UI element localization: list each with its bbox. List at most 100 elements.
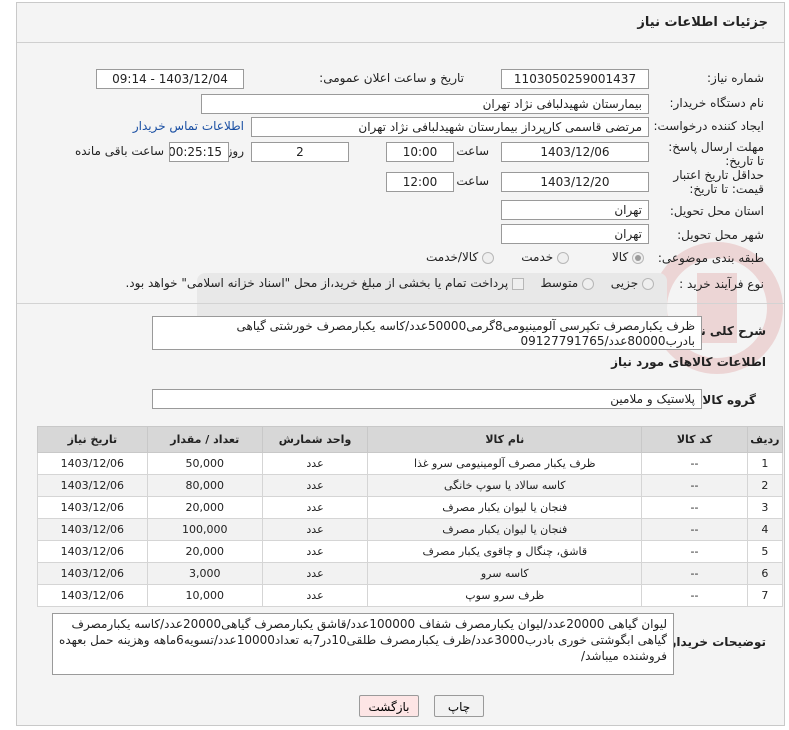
col-code: کد کالا [641, 426, 748, 453]
delivery-province-label: استان محل تحویل: [669, 204, 764, 218]
cell: -- [641, 452, 748, 475]
cell: 1 [746, 452, 784, 475]
process-partial-option[interactable]: جزیی [611, 276, 654, 290]
cell: 2 [746, 474, 784, 497]
table-header-row: ردیف کد کالا نام کالا واحد شمارش تعداد /… [37, 426, 784, 453]
radio-icon[interactable] [557, 251, 569, 264]
cell: -- [641, 496, 748, 519]
cell: 1403/12/06 [37, 562, 148, 585]
need-details-panel: جزئیات اطلاعات نیاز شماره نیاز: 11030502… [16, 2, 785, 726]
items-table: ردیف کد کالا نام کالا واحد شمارش تعداد /… [37, 426, 784, 607]
goods-group-field: پلاستیک و ملامین [152, 389, 702, 409]
table-row: 4 -- فنجان یا لیوان یکبار مصرف عدد 100,000 14… [37, 518, 784, 541]
cell: 10,000 [146, 584, 263, 607]
table-row: 2 -- کاسه سالاد یا سوپ خانگی عدد 80,000 1403/… [37, 474, 784, 497]
table-row: 1 -- ظرف یکبار مصرف آلومینیومی سرو غذا عدد 5… [37, 452, 784, 475]
radio-icon[interactable] [482, 251, 494, 264]
panel-title: جزئیات اطلاعات نیاز [17, 3, 784, 43]
cell: 100,000 [146, 518, 263, 541]
cell: -- [641, 474, 748, 497]
announce-datetime-label: تاریخ و ساعت اعلان عمومی: [319, 71, 464, 85]
requester-field: مرتضی قاسمی کارپرداز بیمارستان شهیدلبافی… [251, 117, 649, 137]
category-label: طبقه بندی موضوعی: [657, 251, 764, 265]
cell: 1403/12/06 [37, 474, 148, 497]
cell: 3 [746, 496, 784, 519]
radio-selected-icon[interactable] [632, 251, 644, 264]
cell: 5 [746, 540, 784, 563]
category-goods-option[interactable]: کالا [612, 250, 644, 264]
col-unit: واحد شمارش [261, 426, 369, 453]
cell: -- [641, 562, 748, 585]
purchase-process-label: نوع فرآیند خرید : [679, 277, 764, 291]
cell: عدد [261, 562, 369, 585]
cell: فنجان یا لیوان یکبار مصرف [367, 496, 643, 519]
remaining-label: ساعت باقی مانده [74, 144, 164, 158]
cell: -- [641, 584, 748, 607]
buyer-notes-text: لیوان گیاهی 20000عدد/لیوان یکبارمصرف شفا… [52, 613, 674, 675]
cell: عدد [261, 474, 369, 497]
delivery-province-field: تهران [501, 200, 649, 220]
reply-date-field: 1403/12/06 [501, 142, 649, 162]
table-row: 6 -- کاسه سرو عدد 3,000 1403/12/06 [37, 562, 784, 585]
cell: عدد [261, 452, 369, 475]
cell: عدد [261, 540, 369, 563]
price-validity-label: حداقل تاریخ اعتبار قیمت: تا تاریخ: [673, 168, 764, 196]
reply-time-field: 10:00 [386, 142, 454, 162]
need-number-label: شماره نیاز: [707, 71, 764, 85]
treasury-checkbox-row[interactable]: پرداخت تمام یا بخشی از مبلغ خرید،از محل … [125, 276, 524, 290]
radio-icon[interactable] [582, 277, 594, 290]
price-time-label: ساعت [456, 174, 489, 188]
cell: 1403/12/06 [37, 540, 148, 563]
radio-icon[interactable] [642, 277, 654, 290]
days-remaining-field: 2 [251, 142, 349, 162]
cell: ظرف سرو سوپ [367, 584, 643, 607]
table-row: 5 -- قاشق، چنگال و چاقوی یکبار مصرف عدد 20,0… [37, 540, 784, 563]
cell: 80,000 [146, 474, 263, 497]
cell: 1403/12/06 [37, 452, 148, 475]
cell: 20,000 [146, 496, 263, 519]
cell: 1403/12/06 [37, 496, 148, 519]
checkbox-icon[interactable] [512, 277, 524, 290]
general-description-text: ظرف یکبارمصرف تکپرسی آلومینیومی8گرمی5000… [152, 316, 702, 350]
delivery-city-field: تهران [501, 224, 649, 244]
announce-datetime-field: 1403/12/04 - 09:14 [96, 69, 244, 89]
delivery-city-label: شهر محل تحویل: [677, 228, 764, 242]
cell: عدد [261, 584, 369, 607]
need-number-field: 1103050259001437 [501, 69, 649, 89]
col-quantity: تعداد / مقدار [146, 426, 263, 453]
table-row: 7 -- ظرف سرو سوپ عدد 10,000 1403/12/06 [37, 584, 784, 607]
time-remaining-field: 00:25:15 [169, 142, 229, 162]
cell: ظرف یکبار مصرف آلومینیومی سرو غذا [367, 452, 643, 475]
goods-info-heading: اطلاعات کالاهای مورد نیاز [611, 355, 766, 369]
price-time-field: 12:00 [386, 172, 454, 192]
buyer-org-field: بیمارستان شهیدلبافی نژاد تهران [201, 94, 649, 114]
cell: 6 [746, 562, 784, 585]
col-row: ردیف [746, 426, 784, 453]
category-goods-service-option[interactable]: کالا/خدمت [426, 250, 494, 264]
cell: 4 [746, 518, 784, 541]
cell: 20,000 [146, 540, 263, 563]
cell: 50,000 [146, 452, 263, 475]
print-button[interactable]: چاپ [434, 695, 484, 717]
cell: کاسه سالاد یا سوپ خانگی [367, 474, 643, 497]
cell: 3,000 [146, 562, 263, 585]
cell: 1403/12/06 [37, 584, 148, 607]
divider [17, 303, 784, 304]
cell: -- [641, 540, 748, 563]
category-service-option[interactable]: خدمت [521, 250, 569, 264]
buyer-org-label: نام دستگاه خریدار: [669, 96, 765, 110]
requester-label: ایجاد کننده درخواست: [653, 119, 764, 133]
process-medium-option[interactable]: متوسط [540, 276, 594, 290]
reply-time-label: ساعت [456, 144, 489, 158]
cell: -- [641, 518, 748, 541]
reply-deadline-label: مهلت ارسال پاسخ: تا تاریخ: [668, 140, 764, 168]
contact-info-link[interactable]: اطلاعات تماس خریدار [133, 119, 244, 133]
buyer-notes-label: توضیحات خریدار: [664, 635, 766, 649]
back-button[interactable]: بازگشت [359, 695, 419, 717]
cell: کاسه سرو [367, 562, 643, 585]
table-row: 3 -- فنجان یا لیوان یکبار مصرف عدد 20,000 140… [37, 496, 784, 519]
cell: 1403/12/06 [37, 518, 148, 541]
cell: فنجان یا لیوان یکبار مصرف [367, 518, 643, 541]
price-date-field: 1403/12/20 [501, 172, 649, 192]
cell: 7 [746, 584, 784, 607]
